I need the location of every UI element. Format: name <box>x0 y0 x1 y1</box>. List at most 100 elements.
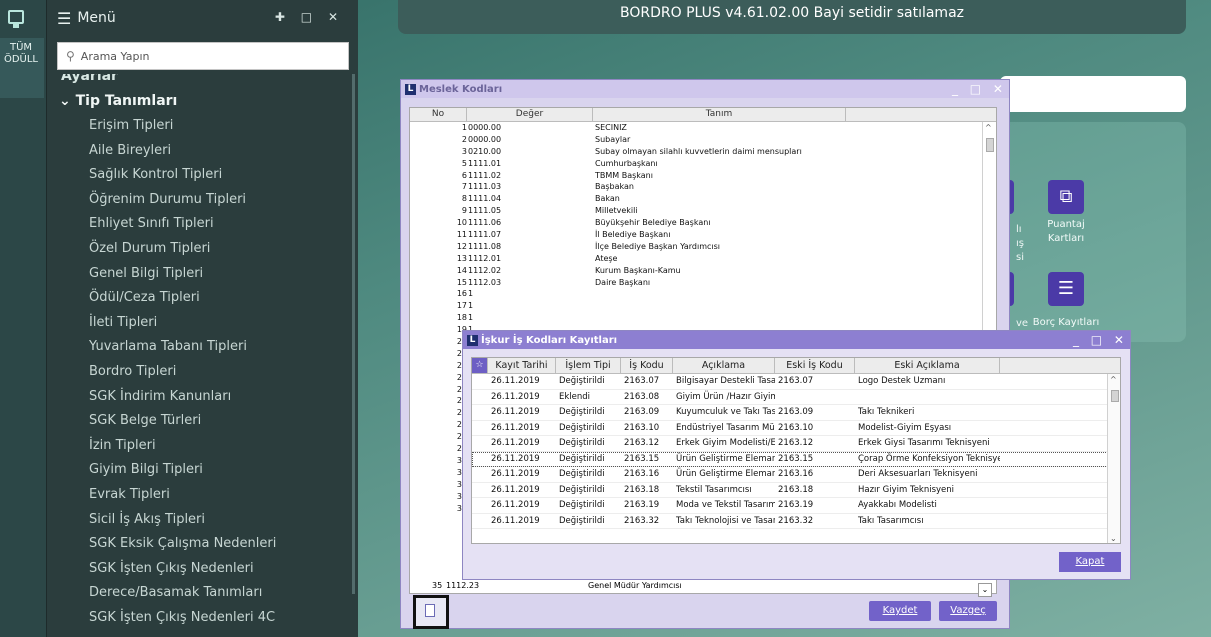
table-row[interactable]: 7 1111.03 Başbakan <box>410 181 996 193</box>
scroll-down-icon[interactable]: ⌄ <box>1110 534 1117 543</box>
iskur-grid[interactable]: ☆ Kayıt Tarihi İşlem Tipi İş Kodu Açıkla… <box>471 357 1121 544</box>
table-row[interactable]: 14 1112.02 Kurum Başkanı-Kamu <box>410 265 996 277</box>
menu-item[interactable]: SGK Belge Türleri <box>47 409 353 434</box>
table-row[interactable]: 26.11.2019 Değiştirildi 2163.12 Erkek Giyim… <box>472 436 1120 452</box>
table-row[interactable]: 12 1111.08 İlçe Belediye Başkan Yardımcısı <box>410 241 996 253</box>
star-icon[interactable]: ☆ <box>472 358 488 373</box>
iskur-titlebar[interactable]: L İşkur İş Kodları Kayıtları _ □ ✕ <box>463 331 1130 349</box>
table-cell: Takı Tasarımcısı <box>858 515 924 526</box>
table-cell: 20 <box>410 336 467 348</box>
table-row[interactable]: 11 1111.07 İl Belediye Başkanı <box>410 229 996 241</box>
table-row[interactable]: 18 1 <box>410 312 996 324</box>
menu-item[interactable]: Aile Bireyleri <box>47 139 353 164</box>
table-row[interactable]: 26.11.2019 Değiştirildi 2163.10 Endüstriyel… <box>472 421 1120 436</box>
menu-item[interactable]: Sicil İş Akış Tipleri <box>47 508 353 533</box>
menu-item[interactable]: Sağlık Kontrol Tipleri <box>47 163 353 188</box>
table-row[interactable]: 8 1111.04 Bakan <box>410 193 996 205</box>
scroll-up-icon[interactable]: ^ <box>985 123 992 132</box>
col-header[interactable]: İşlem Tipi <box>556 358 621 373</box>
menu-item[interactable]: SGK İşten Çıkış Nedenleri 4C <box>47 606 353 631</box>
table-row[interactable]: 26.11.2019 Değiştirildi 2163.07 Bilgisayar … <box>472 374 1120 390</box>
menu-item[interactable]: SGK İşten Çıkış Nedenleri <box>47 557 353 582</box>
table-cell: 2163.12 <box>624 438 660 448</box>
table-row[interactable]: 16 1 <box>410 288 996 300</box>
col-header-no[interactable]: No <box>410 108 467 121</box>
scroll-thumb[interactable] <box>986 138 994 152</box>
menu-scrollbar[interactable] <box>352 74 355 594</box>
col-header[interactable]: Eski İş Kodu <box>775 358 855 373</box>
row-indicator <box>472 390 488 405</box>
window-controls[interactable]: _ □ ✕ <box>952 82 1009 96</box>
menu-item[interactable]: Yuvarlama Tabanı Tipleri <box>47 335 353 360</box>
col-header[interactable]: Kayıt Tarihi <box>488 358 556 373</box>
menu-item[interactable]: Derece/Basamak Tanımları <box>47 581 353 606</box>
table-row[interactable]: 26.11.2019 Değiştirildi 2163.15 Ürün Gelişt… <box>472 451 1120 467</box>
table-row[interactable]: 15 1112.03 Daire Başkanı <box>410 277 996 289</box>
meslek-titlebar[interactable]: L Meslek Kodları _ □ ✕ <box>401 80 1009 98</box>
menu-item[interactable]: Öğrenim Durumu Tipleri <box>47 188 353 213</box>
cancel-button[interactable]: Vazgeç <box>939 601 997 621</box>
table-row[interactable]: 1 0000.00 SECINIZ <box>410 122 996 134</box>
col-header-deger[interactable]: Değer <box>467 108 593 121</box>
table-cell: 21 <box>410 348 467 360</box>
table-cell: 1111.07 <box>468 230 502 240</box>
table-cell: 1111.03 <box>468 182 502 192</box>
scroll-thumb[interactable] <box>1111 390 1119 402</box>
table-row[interactable]: 3 0210.00 Subay olmayan silahlı kuvvetleri… <box>410 146 996 158</box>
tile-label-borc[interactable]: Borç Kayıtları <box>1031 316 1101 330</box>
table-row[interactable]: 2 0000.00 Subaylar <box>410 134 996 146</box>
col-header-tanim[interactable]: Tanım <box>593 108 846 121</box>
table-row[interactable]: 26.11.2019 Değiştirildi 2163.09 Kuyumculuk … <box>472 405 1120 421</box>
menu-item-cut[interactable]: Ayarlar <box>61 74 353 84</box>
scroll-up-icon[interactable]: ^ <box>1110 375 1117 384</box>
table-cell: Milletvekili <box>595 206 638 216</box>
chevron-down-icon[interactable]: ⌄ <box>978 583 992 597</box>
table-row[interactable]: 26.11.2019 Değiştirildi 2163.16 Ürün Gelişt… <box>472 467 1120 483</box>
table-row[interactable]: 9 1111.05 Milletvekili <box>410 205 996 217</box>
menu-controls[interactable]: ✚ □ ✕ <box>275 10 344 24</box>
monitor-stand <box>13 24 19 28</box>
table-cell: Deri Aksesuarları Teknisyeni <box>858 469 978 479</box>
menu-item[interactable]: Özel Durum Tipleri <box>47 237 353 262</box>
menu-item[interactable]: SGK Eksik Çalışma Nedenleri <box>47 532 353 557</box>
strip-label[interactable]: TÜM ÖDÜLL <box>0 42 42 66</box>
close-button[interactable]: Kapat <box>1059 552 1121 572</box>
col-header[interactable]: İş Kodu <box>621 358 673 373</box>
table-row[interactable]: 13 1112.01 Ateşe <box>410 253 996 265</box>
table-row[interactable]: 17 1 <box>410 300 996 312</box>
table-row[interactable]: 26.11.2019 Değiştirildi 2163.19 Moda ve Tek… <box>472 498 1120 514</box>
menu-item[interactable]: Giyim Bilgi Tipleri <box>47 458 353 483</box>
table-row[interactable]: 6 1111.02 TBMM Başkanı <box>410 170 996 182</box>
puantaj-icon[interactable]: ⧉ <box>1048 180 1084 214</box>
search-input[interactable]: ⚲ Arama Yapın <box>57 42 349 70</box>
tile-label-puantaj[interactable]: Puantaj Kartları <box>1031 218 1101 246</box>
menu-item[interactable]: Erişim Tipleri <box>47 114 353 139</box>
menu-item[interactable]: Ehliyet Sınıfı Tipleri <box>47 212 353 237</box>
menu-item[interactable]: İleti Tipleri <box>47 311 353 336</box>
table-row[interactable]: 10 1111.06 Büyükşehir Belediye Başkanı <box>410 217 996 229</box>
iskur-scrollbar[interactable]: ^ ⌄ <box>1107 374 1120 543</box>
menu-item[interactable]: SGK İndirim Kanunları <box>47 385 353 410</box>
table-cell: Başbakan <box>595 182 635 192</box>
white-field[interactable] <box>1000 76 1186 112</box>
col-header[interactable]: Açıklama <box>673 358 775 373</box>
table-row[interactable]: 26.11.2019 Eklendi 2163.08 Giyim Ürün /Hazı… <box>472 390 1120 405</box>
save-button[interactable]: Kaydet <box>869 601 931 621</box>
menu-item[interactable]: Evrak Tipleri <box>47 483 353 508</box>
monitor-icon[interactable] <box>8 10 24 24</box>
meslek-last-row[interactable]: 35 1112.23 Genel Müdür Yardımcısı <box>409 580 997 594</box>
menu-item[interactable]: Ödül/Ceza Tipleri <box>47 286 353 311</box>
window-controls[interactable]: _ □ ✕ <box>1073 333 1130 347</box>
col-header[interactable]: Eski Açıklama <box>855 358 1000 373</box>
checklist-icon[interactable]: ☰ <box>1048 272 1084 306</box>
table-row[interactable]: 5 1111.01 Cumhurbaşkanı <box>410 158 996 170</box>
table-row[interactable]: 26.11.2019 Değiştirildi 2163.32 Takı Teknol… <box>472 514 1120 529</box>
table-cell: 26.11.2019 <box>491 500 540 510</box>
menu-item[interactable]: Genel Bilgi Tipleri <box>47 262 353 287</box>
document-icon[interactable] <box>413 595 449 629</box>
hamburger-icon[interactable]: ☰ <box>57 9 71 28</box>
menu-group-tip-tanimlari[interactable]: ⌄ Tip Tanımları <box>47 88 353 114</box>
menu-item[interactable]: Bordro Tipleri <box>47 360 353 385</box>
table-row[interactable]: 26.11.2019 Değiştirildi 2163.18 Tekstil Tas… <box>472 483 1120 498</box>
menu-item[interactable]: İzin Tipleri <box>47 434 353 459</box>
